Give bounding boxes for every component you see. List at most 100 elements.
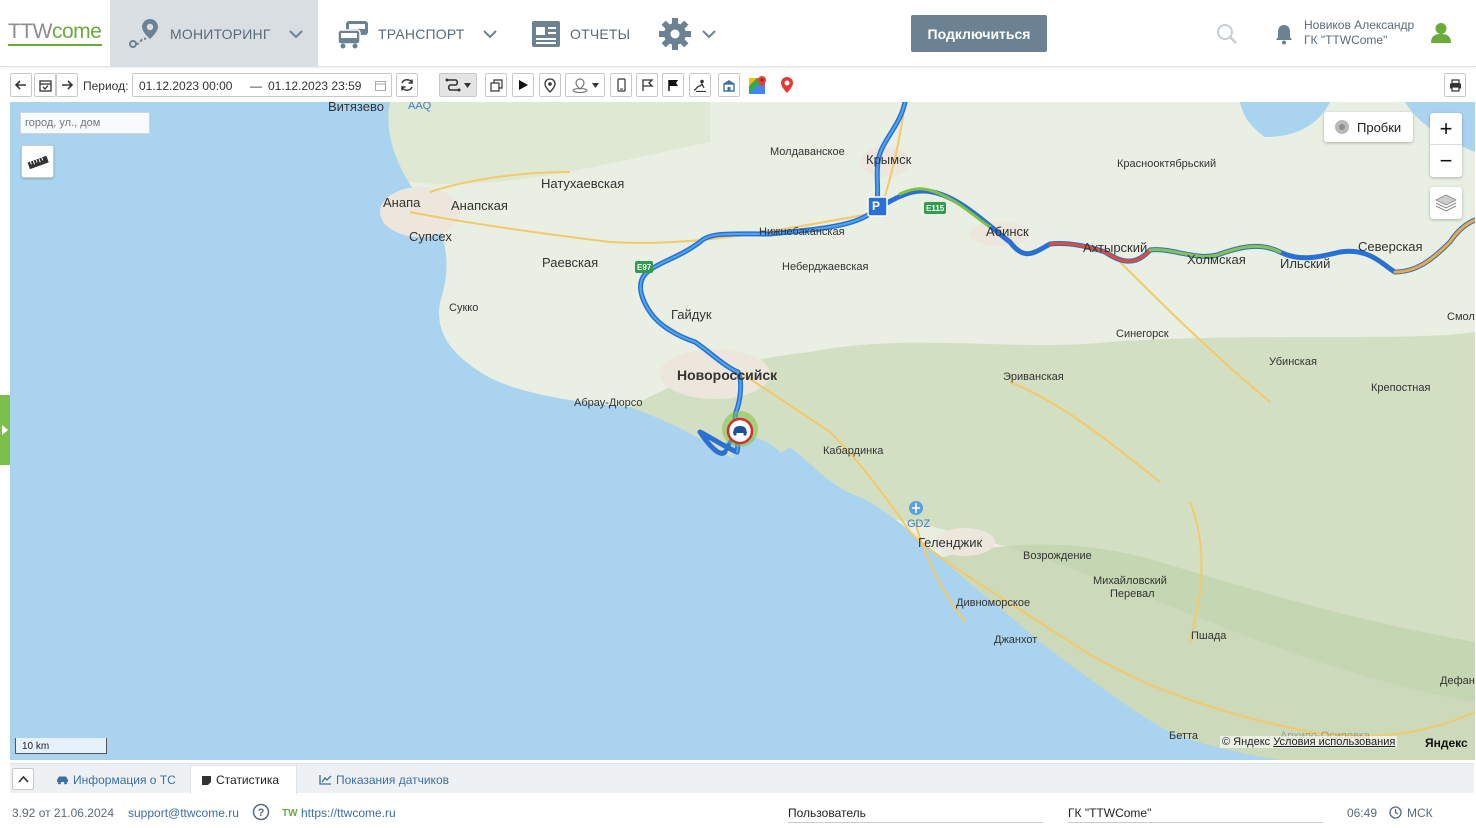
place-natukhaevskaya: Натухаевская — [541, 176, 625, 191]
calendar-check-icon — [38, 79, 52, 92]
statistics-icon — [202, 775, 211, 785]
place-nizhnebakanskaya: Нижнебаканская — [759, 226, 845, 238]
company-field[interactable]: ГК "TTWCome" — [1068, 806, 1323, 823]
device-button[interactable] — [610, 73, 632, 97]
help-icon[interactable]: ? — [252, 803, 270, 821]
arrow-right-icon — [62, 80, 73, 90]
print-icon — [1449, 78, 1461, 92]
place-neberdzhaevskaya: Неберджаевская — [782, 261, 869, 273]
period-label: Период: — [83, 79, 129, 93]
nav-monitoring[interactable]: МОНИТОРИНГ — [110, 0, 318, 67]
airport-code: GDZ — [907, 518, 931, 530]
caret-down-icon — [464, 82, 471, 88]
zoom-in-button[interactable]: + — [1430, 113, 1462, 145]
user-info[interactable]: Новиков Александр ГК "TTWCome" — [1304, 18, 1414, 48]
website-link[interactable]: https://ttwcome.ru — [301, 806, 396, 820]
timezone: МСК — [1407, 806, 1433, 820]
tab-vehicle-info-label: Информация о ТС — [73, 772, 176, 787]
flag-icon — [667, 79, 678, 91]
top-navigation: TTWcome МОНИТОРИНГ ТРАНСПОРТ ОТЧЕТЫ Подк… — [0, 0, 1476, 67]
user-name: Новиков Александр — [1304, 18, 1415, 32]
layers-button[interactable] — [1430, 187, 1462, 219]
place-anapskaya: Анапская — [451, 198, 508, 213]
car-icon — [57, 776, 68, 784]
support-email-link[interactable]: support@ttwcome.ru — [128, 806, 239, 820]
date-to: 01.12.2023 23:59 — [268, 79, 362, 93]
place-abrau: Абрау-Дюрсо — [574, 397, 643, 409]
map-toolbar: Период: 01.12.2023 00:00 — 01.12.2023 23… — [10, 73, 1472, 100]
print-button[interactable] — [1444, 73, 1466, 97]
prev-period-button[interactable] — [10, 73, 32, 97]
place-sinegorsk: Синегорск — [1116, 328, 1169, 340]
place-divnomorskoe: Дивноморское — [956, 597, 1031, 609]
traffic-button[interactable]: Пробки — [1324, 112, 1413, 142]
flag-button[interactable] — [662, 73, 684, 97]
place-abinsk: Абинск — [986, 224, 1029, 239]
logo-text-come: come — [51, 20, 102, 43]
copy-button[interactable] — [485, 73, 507, 97]
ruler-button[interactable] — [21, 145, 54, 178]
ruler-icon — [27, 155, 49, 169]
play-button[interactable] — [512, 73, 534, 97]
play-icon — [518, 80, 528, 90]
current-time: 06:49 — [1347, 806, 1378, 820]
map-pin-outline-icon — [544, 77, 556, 93]
track-mode-dropdown[interactable] — [439, 73, 477, 97]
bottom-tabs: Информация о ТС Статистика Показания дат… — [10, 763, 1474, 794]
tab-vehicle-info[interactable]: Информация о ТС — [46, 765, 186, 794]
layers-icon — [1435, 194, 1457, 212]
building-button[interactable] — [718, 73, 740, 97]
geozone-dropdown[interactable] — [565, 73, 605, 97]
user-field[interactable]: Пользователь — [788, 806, 1043, 823]
phone-icon — [616, 78, 626, 92]
clock-icon — [1389, 806, 1402, 819]
refresh-button[interactable] — [396, 73, 418, 97]
zoom-out-button[interactable]: − — [1430, 145, 1462, 177]
calendar-button[interactable] — [34, 73, 56, 97]
copyright-text: © Яндекс — [1222, 736, 1271, 748]
place-pereval: Перевал — [1110, 588, 1155, 600]
app-logo[interactable]: TTWcome — [8, 20, 102, 44]
map-view[interactable]: P E97 E115 GDZ AAQ Витязево Молдаванское… — [10, 102, 1475, 760]
tab-sensors[interactable]: Показания датчиков — [309, 765, 459, 794]
app-version: 3.92 от 21.06.2024 — [12, 806, 114, 820]
yandex-pin-button[interactable] — [776, 73, 798, 97]
user-avatar-icon[interactable] — [1430, 22, 1452, 44]
traffic-button-label: Пробки — [1357, 119, 1402, 135]
provider-logo: Яндекс — [1425, 736, 1468, 750]
red-pin-icon — [781, 77, 793, 93]
map-background — [10, 102, 1475, 760]
place-erivanskaya: Эриванская — [1003, 371, 1064, 383]
place-kabardinka: Кабардинка — [823, 445, 884, 457]
terms-link[interactable]: Условия использования — [1273, 736, 1395, 748]
google-maps-button[interactable] — [747, 73, 769, 97]
marker-button[interactable] — [539, 73, 561, 97]
connect-button[interactable]: Подключиться — [911, 15, 1047, 52]
place-moldavanskoe: Молдаванское — [770, 146, 845, 158]
date-from: 01.12.2023 00:00 — [139, 79, 233, 93]
period-range-input[interactable]: 01.12.2023 00:00 — 01.12.2023 23:59 — [132, 73, 392, 97]
vehicles-icon — [337, 20, 368, 48]
place-anapa: Анапа — [383, 195, 421, 210]
route-flag-button[interactable] — [636, 73, 658, 97]
place-defanovka: Дефан — [1440, 675, 1475, 687]
building-icon — [723, 79, 735, 92]
tab-statistics[interactable]: Статистика — [190, 765, 297, 794]
nav-reports[interactable]: ОТЧЕТЫ — [530, 0, 640, 67]
place-gelendzhik: Геленджик — [918, 535, 983, 550]
nav-transport[interactable]: ТРАНСПОРТ — [336, 0, 497, 67]
map-address-search[interactable] — [20, 112, 150, 134]
nav-reports-label: ОТЧЕТЫ — [570, 25, 631, 42]
bell-icon[interactable] — [1274, 23, 1294, 45]
panel-collapse-button[interactable] — [12, 768, 34, 790]
next-period-button[interactable] — [56, 73, 78, 97]
map-copyright: © Яндекс Условия использования — [1220, 736, 1398, 748]
person-route-icon — [693, 79, 706, 92]
date-separator: — — [250, 79, 262, 93]
trip-button[interactable] — [689, 73, 711, 97]
nav-settings[interactable] — [658, 0, 718, 67]
side-panel-toggle[interactable] — [0, 395, 10, 465]
google-maps-icon — [749, 76, 766, 94]
search-icon[interactable] — [1216, 23, 1238, 45]
place-smolenskaya: Смол — [1447, 311, 1475, 323]
